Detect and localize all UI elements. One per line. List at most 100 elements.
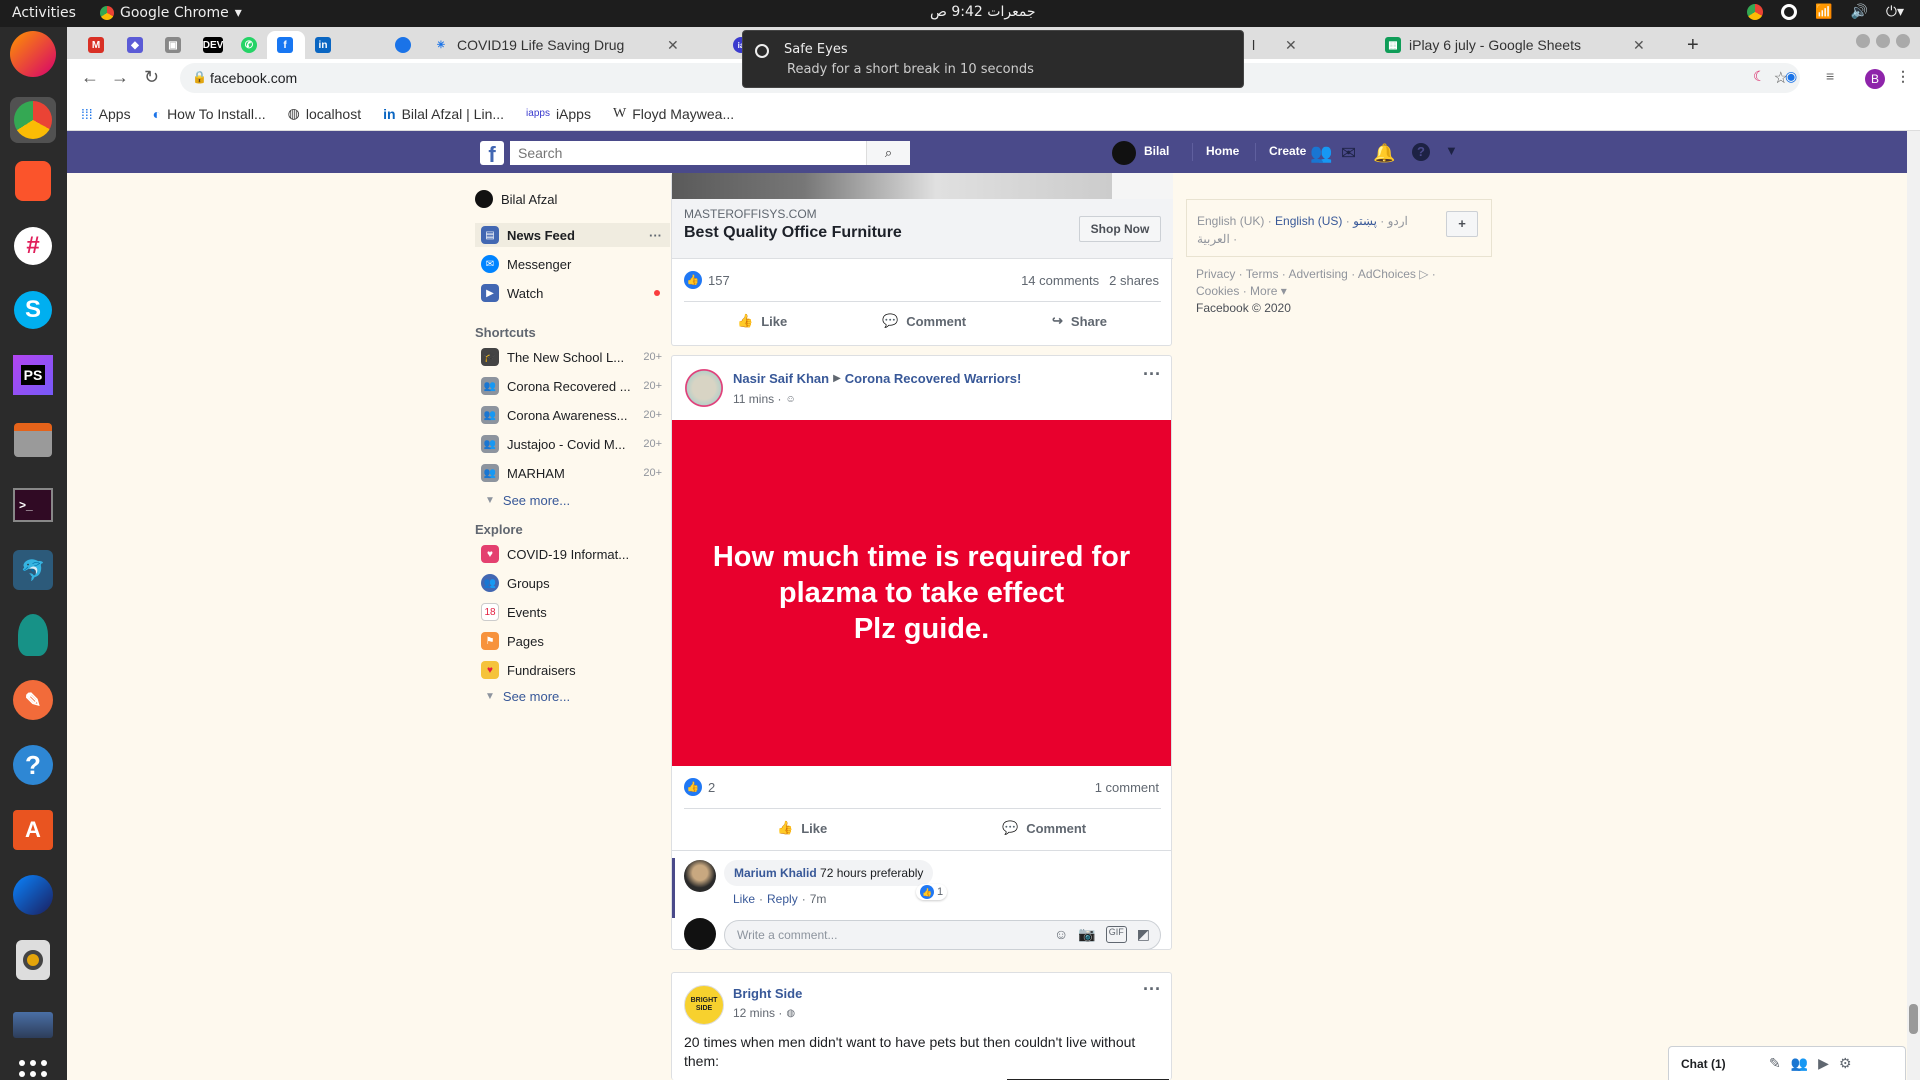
ad-link-box[interactable]: MASTEROFFISYS.COM Best Quality Office Fu… [672,199,1173,259]
explore-item[interactable]: 👥 Groups [475,571,670,595]
create-link[interactable]: Create [1269,144,1306,158]
comment-reactions[interactable]: 👍 1 [916,884,948,900]
files-icon[interactable] [10,417,56,463]
bookmark-iapps[interactable]: iapps iApps [526,106,591,122]
tab-pinned-3[interactable]: ▣ [155,31,187,59]
post-time[interactable]: 12 mins · [733,1006,782,1020]
close-icon[interactable]: ✕ [1285,37,1297,54]
gear-icon[interactable]: ⚙ [1839,1055,1852,1072]
privacy-link[interactable]: Privacy [1196,267,1235,281]
power-icon[interactable]: ⏻▾ [1886,4,1904,20]
close-icon[interactable]: ✕ [1633,37,1645,54]
comment-like-link[interactable]: Like [733,892,755,906]
search-button[interactable]: ⌕ [866,141,910,165]
bookmark-apps[interactable]: ⁞⁞⁞ Apps [81,106,131,122]
advertising-link[interactable]: Advertising [1288,267,1347,281]
bookmark-localhost[interactable]: ◍ localhost [288,105,361,122]
avatar[interactable] [684,860,716,892]
screen-icon[interactable] [10,1002,56,1048]
tab-close-hidden[interactable]: ✕ [1269,31,1306,59]
profile-avatar[interactable]: B [1865,69,1885,89]
help-icon[interactable]: ? [10,742,56,788]
like-button[interactable]: 👍 Like [737,313,787,329]
scrollbar-thumb[interactable] [1909,1004,1918,1034]
account-menu-icon[interactable]: ▼ [1445,143,1458,158]
friend-requests-icon[interactable]: 👥 [1310,143,1332,164]
activities-button[interactable]: Activities [12,5,76,21]
comment-author[interactable]: Marium Khalid [734,866,817,880]
sidebar-item-news-feed[interactable]: ▤ News Feed ··· [475,223,670,247]
chrome-tray-icon[interactable] [1747,4,1764,20]
language-link[interactable]: اردو [1388,214,1408,228]
media-control-icon[interactable]: ≡ [1826,68,1834,84]
close-icon[interactable]: ✕ [667,37,679,54]
system-tray[interactable]: 📶 🔊 ⏻▾ [1747,4,1904,20]
post-options-icon[interactable]: ··· [1143,364,1161,385]
ad-image[interactable] [672,173,1173,199]
terminal-icon[interactable]: >_ [10,482,56,528]
comment-count[interactable]: 1 comment [1095,780,1159,795]
tab-covid[interactable]: ✳ COVID19 Life Saving Drug ✕ [423,31,723,59]
rhythmbox-icon[interactable] [10,937,56,983]
help-icon[interactable]: ? [1412,143,1430,161]
url-text[interactable]: facebook.com [210,70,297,86]
back-button[interactable]: ← [81,67,99,88]
language-link[interactable]: پښتو [1353,214,1377,228]
new-group-icon[interactable]: 👥 [1791,1055,1808,1072]
tab-iplay-sheet[interactable]: ▦ iPlay 6 july - Google Sheets ✕ [1375,31,1675,59]
comment-time[interactable]: 7m [810,892,827,906]
wifi-icon[interactable]: 📶 [1815,4,1832,20]
software-center-icon[interactable]: A [10,807,56,853]
post-author[interactable]: Nasir Saif Khan [733,371,829,386]
post-options-icon[interactable]: ··· [1143,979,1161,1000]
new-tab-button[interactable]: + [1677,31,1707,59]
reload-button[interactable]: ↻ [144,67,159,88]
emoji-icon[interactable]: ☺ [1054,926,1068,943]
language-link[interactable]: English (UK) [1197,214,1264,228]
explore-item[interactable]: ♥ COVID-19 Informat... [475,542,670,566]
chrome-menu-icon[interactable]: ⋮ [1896,68,1910,85]
maximize-button[interactable] [1876,34,1890,48]
tab-gmail[interactable]: M [78,31,110,59]
more-options-icon[interactable]: ··· [649,228,662,243]
cookies-link[interactable]: Cookies [1196,284,1239,298]
facebook-logo[interactable]: f [480,141,504,167]
shortcut-item[interactable]: 🎓 The New School L... 20+ [475,345,670,369]
comment-reply-link[interactable]: Reply [767,892,798,906]
share-count[interactable]: 2 shares [1109,273,1159,288]
bookmark-linkedin[interactable]: in Bilal Afzal | Lin... [383,106,504,122]
explore-see-more[interactable]: ▼ See more... [485,689,570,704]
sidebar-item-watch[interactable]: ▶ Watch [475,281,670,305]
explore-item[interactable]: ♥ Fundraisers [475,658,670,682]
explore-item[interactable]: ⚑ Pages [475,629,670,653]
slack-icon[interactable]: # [10,223,56,269]
safe-eyes-tray-icon[interactable] [1781,4,1798,20]
postman-icon[interactable]: ✎ [10,677,56,723]
explore-item[interactable]: 18 Events [475,600,670,624]
lock-icon[interactable]: 🔒 [192,70,207,84]
notifications-bell-icon[interactable]: 🔔 [1373,143,1395,164]
home-link[interactable]: Home [1206,144,1239,158]
bookmark-how-to-install[interactable]: ◐ How To Install... [153,106,266,122]
profile-link[interactable]: Bilal [1144,144,1169,158]
comment-composer[interactable]: Write a comment... ☺ 📷 GIF ◩ [724,920,1161,950]
gitkraken-icon[interactable] [10,612,56,658]
chrome-dock-icon[interactable] [10,97,56,143]
shortcut-item[interactable]: 👥 Corona Awareness... 20+ [475,403,670,427]
new-message-icon[interactable]: ✎ [1769,1055,1781,1072]
shop-now-button[interactable]: Shop Now [1079,216,1161,242]
comment-button[interactable]: 💬 Comment [882,313,966,329]
comment-input[interactable]: Write a comment... [737,928,837,942]
shortcut-item[interactable]: 👥 Corona Recovered ... 20+ [475,374,670,398]
tab-globe[interactable] [385,31,421,59]
tab-linkedin[interactable]: in [305,31,343,59]
more-link[interactable]: More [1250,284,1277,298]
messenger-icon[interactable]: ✉ [1341,143,1356,164]
thunderbird-icon[interactable] [10,872,56,918]
tab-dev[interactable]: DEV [193,31,229,59]
brave-icon[interactable] [10,158,56,204]
terms-link[interactable]: Terms [1246,267,1279,281]
avatar[interactable]: BRIGHT SIDE [684,985,724,1025]
comment-count[interactable]: 14 comments [1021,273,1099,288]
avatar[interactable] [684,368,724,408]
